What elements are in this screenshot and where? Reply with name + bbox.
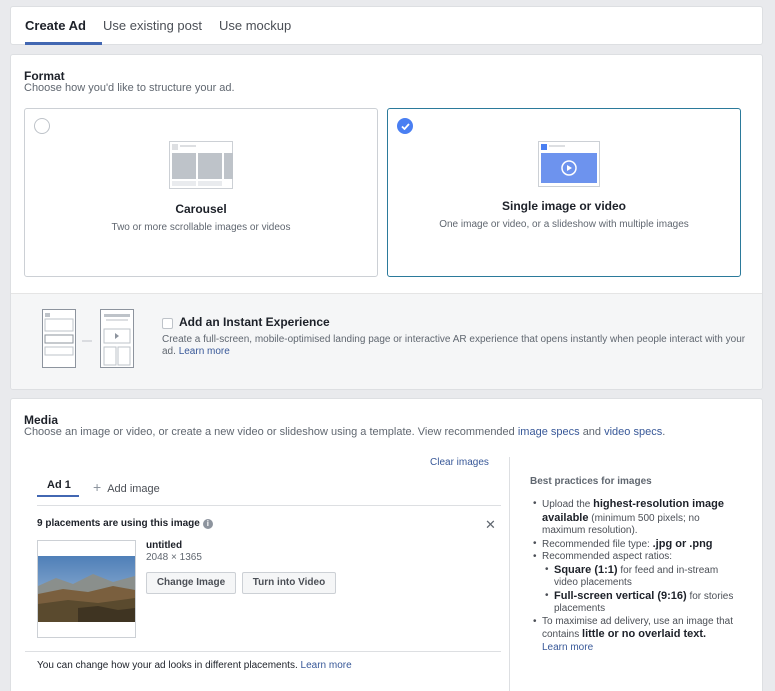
instant-experience-learn-more-link[interactable]: Learn more <box>179 346 230 357</box>
best-practices-list: Upload the highest-resolution image avai… <box>530 498 740 654</box>
bp-bold: Full-screen vertical (9:16) <box>554 589 687 602</box>
vertical-divider <box>509 457 510 691</box>
tab-create-ad[interactable]: Create Ad <box>25 18 86 33</box>
carousel-title: Carousel <box>175 202 227 216</box>
tab-divider <box>37 505 501 506</box>
format-section: Format Choose how you'd like to structur… <box>10 54 763 390</box>
single-image-description: One image or video, or a slideshow with … <box>439 219 689 230</box>
carousel-illustration-icon <box>169 141 233 189</box>
tab-use-existing-post[interactable]: Use existing post <box>103 18 202 33</box>
placements-text: 9 placements are using this image <box>37 518 200 529</box>
carousel-option[interactable]: Carousel Two or more scrollable images o… <box>24 108 378 277</box>
image-specs-link[interactable]: image specs <box>518 426 580 438</box>
list-item: Recommended file type: .jpg or .png <box>530 538 740 552</box>
list-item: Square (1:1) for feed and in-stream vide… <box>542 564 740 590</box>
bp-bold: .jpg or .png <box>652 537 713 550</box>
tab-use-mockup[interactable]: Use mockup <box>219 18 291 33</box>
single-image-illustration-icon <box>538 141 600 187</box>
file-name: untitled <box>146 540 183 551</box>
instant-experience-checkbox[interactable] <box>162 318 173 329</box>
single-image-title: Single image or video <box>501 199 627 213</box>
placement-learn-more-link[interactable]: Learn more <box>301 660 352 671</box>
file-dimensions: 2048 × 1365 <box>146 552 202 563</box>
placement-note-text: You can change how your ad looks in diff… <box>37 660 298 671</box>
format-subtitle: Choose how you'd like to structure your … <box>24 82 235 94</box>
placements-info: 9 placements are using this image i <box>37 518 213 529</box>
close-icon[interactable]: ✕ <box>485 517 496 533</box>
media-subtitle: Choose an image or video, or create a ne… <box>24 426 666 438</box>
list-item: Upload the highest-resolution image avai… <box>530 498 740 538</box>
add-image-label: Add image <box>107 483 160 495</box>
image-thumbnail[interactable] <box>37 540 136 638</box>
instant-experience-illustration-icon <box>42 309 134 368</box>
plus-icon: + <box>93 479 102 495</box>
instant-experience-panel: Add an Instant Experience Create a full-… <box>11 293 762 389</box>
tab-ad-1[interactable]: Ad 1 <box>47 479 71 491</box>
bp-bold: little or no overlaid text. <box>582 628 707 640</box>
bottom-divider <box>25 651 501 652</box>
media-subtitle-text: Choose an image or video, or create a ne… <box>24 426 515 438</box>
aspect-ratio-list: Square (1:1) for feed and in-stream vide… <box>542 564 740 616</box>
media-title: Media <box>24 413 59 427</box>
clear-images-link[interactable]: Clear images <box>430 457 489 468</box>
turn-into-video-button[interactable]: Turn into Video <box>242 572 336 594</box>
single-image-option[interactable]: Single image or video One image or video… <box>387 108 741 277</box>
add-image-button[interactable]: + Add image <box>93 479 160 495</box>
carousel-radio[interactable] <box>34 118 50 134</box>
bp-text: Recommended aspect ratios: <box>542 551 673 562</box>
instant-experience-description: Create a full-screen, mobile-optimised l… <box>162 334 752 358</box>
ad-tabs-bar: Create Ad Use existing post Use mockup <box>10 6 763 45</box>
single-image-radio[interactable] <box>397 118 413 134</box>
change-image-button[interactable]: Change Image <box>146 572 236 594</box>
instant-experience-desc-text: Create a full-screen, mobile-optimised l… <box>162 334 746 357</box>
media-section: Media Choose an image or video, or creat… <box>10 398 763 691</box>
placement-note: You can change how your ad looks in diff… <box>37 660 352 671</box>
video-specs-link[interactable]: video specs <box>604 426 662 438</box>
list-item: Full-screen vertical (9:16) for stories … <box>542 590 740 616</box>
best-practices-title: Best practices for images <box>530 476 652 487</box>
ad-tab-indicator <box>37 495 79 497</box>
list-item: To maximise ad delivery, use an image th… <box>530 616 740 655</box>
bp-bold: Square (1:1) <box>554 563 618 576</box>
landscape-photo-icon <box>38 556 135 622</box>
active-tab-indicator <box>25 42 102 45</box>
media-subtitle-and: and <box>582 426 602 438</box>
info-icon[interactable]: i <box>202 519 213 529</box>
list-item: Recommended aspect ratios: Square (1:1) … <box>530 551 740 616</box>
bp-text: Recommended file type: <box>542 538 650 550</box>
bp-text: Upload the <box>542 499 591 510</box>
best-practices-learn-more-link[interactable]: Learn more <box>542 642 593 653</box>
format-title: Format <box>24 69 65 83</box>
carousel-description: Two or more scrollable images or videos <box>111 222 291 233</box>
instant-experience-title: Add an Instant Experience <box>179 315 330 329</box>
checkmark-icon <box>401 123 410 130</box>
